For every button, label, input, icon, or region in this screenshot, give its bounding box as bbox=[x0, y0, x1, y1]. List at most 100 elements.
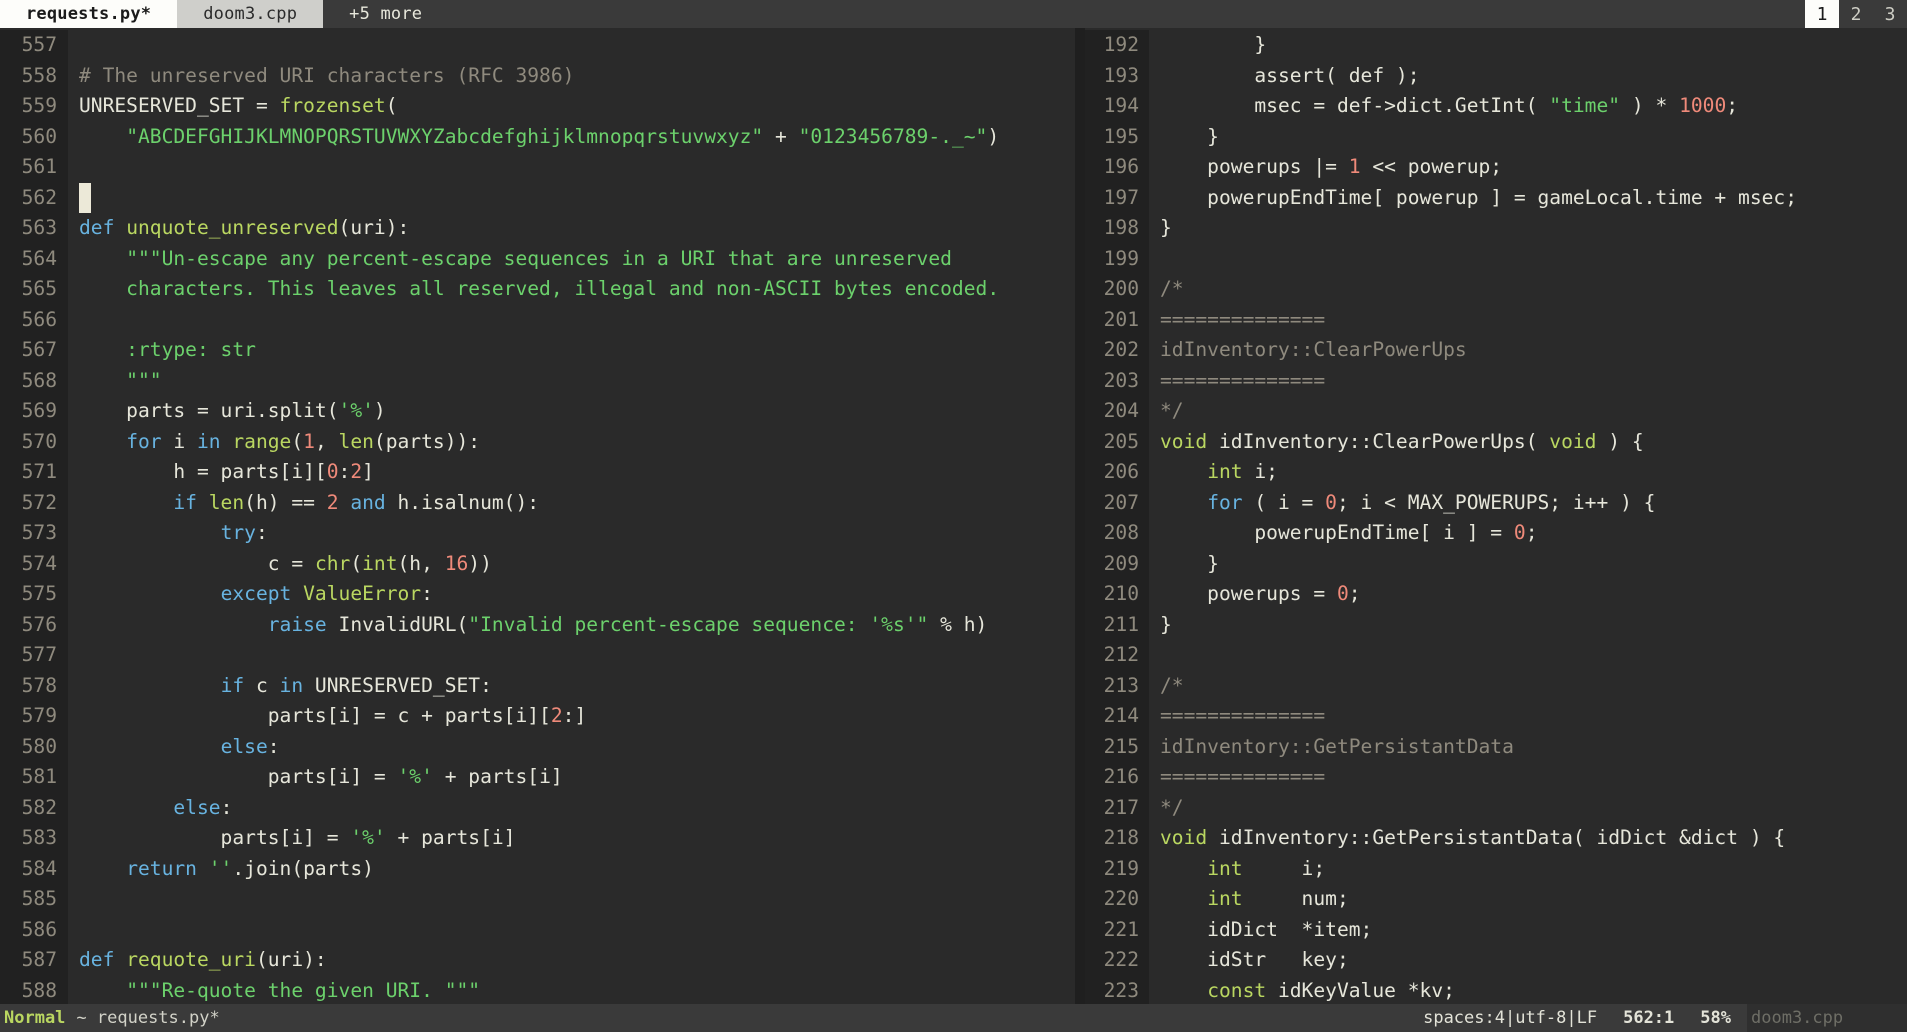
line-source[interactable]: idStr key; bbox=[1149, 945, 1907, 976]
line-source[interactable]: """ bbox=[68, 366, 1075, 397]
code-line[interactable]: 213 /* bbox=[1085, 670, 1907, 701]
line-source[interactable]: parts = uri.split('%') bbox=[68, 396, 1075, 427]
line-source[interactable]: void idInventory::GetPersistantData( idD… bbox=[1149, 823, 1907, 854]
status-other-buffer[interactable]: doom3.cpp bbox=[1747, 1004, 1907, 1032]
code-line[interactable]: 208 powerupEndTime[ i ] = 0; bbox=[1085, 518, 1907, 549]
line-source[interactable]: } bbox=[1149, 30, 1907, 61]
line-source[interactable]: else: bbox=[68, 732, 1075, 763]
line-source[interactable]: ============== bbox=[1149, 762, 1907, 793]
line-source[interactable]: """Re-quote the given URI. """ bbox=[68, 976, 1075, 1005]
line-source[interactable]: /* bbox=[1149, 274, 1907, 305]
line-source[interactable]: powerups = 0; bbox=[1149, 579, 1907, 610]
code-line[interactable]: 215 idInventory::GetPersistantData bbox=[1085, 731, 1907, 762]
code-line[interactable]: 583 parts[i] = '%' + parts[i] bbox=[0, 823, 1075, 854]
code-line[interactable]: 205 void idInventory::ClearPowerUps( void… bbox=[1085, 426, 1907, 457]
file-tab[interactable]: requests.py* bbox=[0, 0, 178, 28]
code-line[interactable]: 192 } bbox=[1085, 30, 1907, 61]
window-indicator-3[interactable]: 3 bbox=[1873, 0, 1907, 28]
code-line[interactable]: 198} bbox=[1085, 213, 1907, 244]
pane-divider[interactable] bbox=[1075, 28, 1085, 1004]
code-line[interactable]: 210 powerups = 0; bbox=[1085, 579, 1907, 610]
line-source[interactable] bbox=[68, 640, 1075, 671]
code-line[interactable]: 197 powerupEndTime[ powerup ] = gameLoca… bbox=[1085, 182, 1907, 213]
line-source[interactable]: parts[i] = '%' + parts[i] bbox=[68, 823, 1075, 854]
code-line[interactable]: 572 if len(h) == 2 and h.isalnum(): bbox=[0, 487, 1075, 519]
line-source[interactable]: """Un-escape any percent-escape sequence… bbox=[68, 244, 1075, 275]
line-source[interactable]: try: bbox=[68, 518, 1075, 549]
line-source[interactable]: */ bbox=[1149, 396, 1907, 427]
line-source[interactable]: "ABCDEFGHIJKLMNOPQRSTUVWXYZabcdefghijklm… bbox=[68, 122, 1075, 153]
window-indicator-1[interactable]: 1 bbox=[1805, 0, 1839, 28]
window-indicator-2[interactable]: 2 bbox=[1839, 0, 1873, 28]
line-source[interactable]: parts[i] = c + parts[i][2:] bbox=[68, 701, 1075, 732]
code-line[interactable]: 587 def requote_uri(uri): bbox=[0, 945, 1075, 976]
line-source[interactable]: else: bbox=[68, 793, 1075, 824]
line-source[interactable]: except ValueError: bbox=[68, 579, 1075, 610]
code-line[interactable]: 204 */ bbox=[1085, 396, 1907, 427]
line-source[interactable] bbox=[1149, 244, 1907, 275]
line-source[interactable]: if c in UNRESERVED_SET: bbox=[68, 671, 1075, 702]
line-source[interactable]: powerups |= 1 << powerup; bbox=[1149, 152, 1907, 183]
code-line[interactable]: 569 parts = uri.split('%') bbox=[0, 396, 1075, 427]
line-source[interactable] bbox=[68, 182, 1075, 213]
line-source[interactable]: characters. This leaves all reserved, il… bbox=[68, 274, 1075, 305]
code-line[interactable]: 584 return ''.join(parts) bbox=[0, 853, 1075, 884]
code-line[interactable]: 570 for i in range(1, len(parts)): bbox=[0, 426, 1075, 458]
code-line[interactable]: 571 h = parts[i][0:2] bbox=[0, 457, 1075, 488]
line-source[interactable]: # The unreserved URI characters (RFC 398… bbox=[68, 61, 1075, 92]
code-line[interactable]: 558 # The unreserved URI characters (RFC … bbox=[0, 60, 1075, 92]
line-source[interactable]: for i in range(1, len(parts)): bbox=[68, 427, 1075, 458]
code-line[interactable]: 202 idInventory::ClearPowerUps bbox=[1085, 335, 1907, 366]
line-source[interactable]: ============== bbox=[1149, 701, 1907, 732]
code-line[interactable]: 586 bbox=[0, 914, 1075, 945]
code-line[interactable]: 568 """ bbox=[0, 365, 1075, 397]
code-line[interactable]: 576 raise InvalidURL("Invalid percent-es… bbox=[0, 609, 1075, 641]
line-source[interactable]: idInventory::ClearPowerUps bbox=[1149, 335, 1907, 366]
code-line[interactable]: 200 /* bbox=[1085, 274, 1907, 305]
code-line[interactable]: 203 ============== bbox=[1085, 365, 1907, 397]
line-source[interactable]: h = parts[i][0:2] bbox=[68, 457, 1075, 488]
code-line[interactable]: 219 int i; bbox=[1085, 853, 1907, 884]
code-line[interactable]: 212 bbox=[1085, 640, 1907, 671]
code-line[interactable]: 194 msec = def->dict.GetInt( "time" ) * … bbox=[1085, 91, 1907, 122]
code-line[interactable]: 563 def unquote_unreserved(uri): bbox=[0, 213, 1075, 244]
line-source[interactable]: def unquote_unreserved(uri): bbox=[68, 213, 1075, 244]
code-line[interactable]: 559 UNRESERVED_SET = frozenset( bbox=[0, 91, 1075, 122]
code-line[interactable]: 214 ============== bbox=[1085, 701, 1907, 732]
line-source[interactable] bbox=[68, 30, 1075, 61]
code-line[interactable]: 217 */ bbox=[1085, 792, 1907, 823]
line-source[interactable]: def requote_uri(uri): bbox=[68, 945, 1075, 976]
line-source[interactable]: if len(h) == 2 and h.isalnum(): bbox=[68, 488, 1075, 519]
line-source[interactable]: c = chr(int(h, 16)) bbox=[68, 549, 1075, 580]
code-line[interactable]: 222 idStr key; bbox=[1085, 945, 1907, 976]
code-line[interactable]: 193 assert( def ); bbox=[1085, 60, 1907, 91]
file-tab[interactable]: doom3.cpp bbox=[177, 0, 324, 28]
code-line[interactable]: 588 """Re-quote the given URI. """ bbox=[0, 975, 1075, 1005]
line-source[interactable] bbox=[68, 884, 1075, 915]
line-source[interactable]: parts[i] = '%' + parts[i] bbox=[68, 762, 1075, 793]
code-line[interactable]: 581 parts[i] = '%' + parts[i] bbox=[0, 762, 1075, 793]
editor-pane-left[interactable]: 557 558 # The unreserved URI characters (R… bbox=[0, 28, 1075, 1004]
code-line[interactable]: 218 void idInventory::GetPersistantData( … bbox=[1085, 823, 1907, 854]
line-source[interactable] bbox=[1149, 640, 1907, 671]
code-line[interactable]: 562 bbox=[0, 182, 1075, 213]
code-line[interactable]: 567 :rtype: str bbox=[0, 335, 1075, 366]
line-source[interactable]: ============== bbox=[1149, 366, 1907, 397]
line-source[interactable]: raise InvalidURL("Invalid percent-escape… bbox=[68, 610, 1075, 641]
code-line[interactable]: 577 bbox=[0, 640, 1075, 671]
code-line[interactable]: 565 characters. This leaves all reserved… bbox=[0, 274, 1075, 305]
code-line[interactable]: 566 bbox=[0, 304, 1075, 335]
line-source[interactable]: idDict *item; bbox=[1149, 915, 1907, 946]
code-line[interactable]: 575 except ValueError: bbox=[0, 579, 1075, 610]
line-source[interactable]: } bbox=[1149, 610, 1907, 641]
code-line[interactable]: 564 """Un-escape any percent-escape sequ… bbox=[0, 243, 1075, 275]
line-source[interactable]: msec = def->dict.GetInt( "time" ) * 1000… bbox=[1149, 91, 1907, 122]
line-source[interactable]: ============== bbox=[1149, 305, 1907, 336]
code-line[interactable]: 201 ============== bbox=[1085, 304, 1907, 336]
line-source[interactable]: UNRESERVED_SET = frozenset( bbox=[68, 91, 1075, 122]
code-line[interactable]: 196 powerups |= 1 << powerup; bbox=[1085, 152, 1907, 183]
code-line[interactable]: 585 bbox=[0, 884, 1075, 915]
code-line[interactable]: 560 "ABCDEFGHIJKLMNOPQRSTUVWXYZabcdefghi… bbox=[0, 121, 1075, 153]
code-line[interactable]: 220 int num; bbox=[1085, 884, 1907, 915]
editor-pane-right[interactable]: 192 } 193 assert( def ); 194 msec = def->d… bbox=[1085, 28, 1907, 1004]
